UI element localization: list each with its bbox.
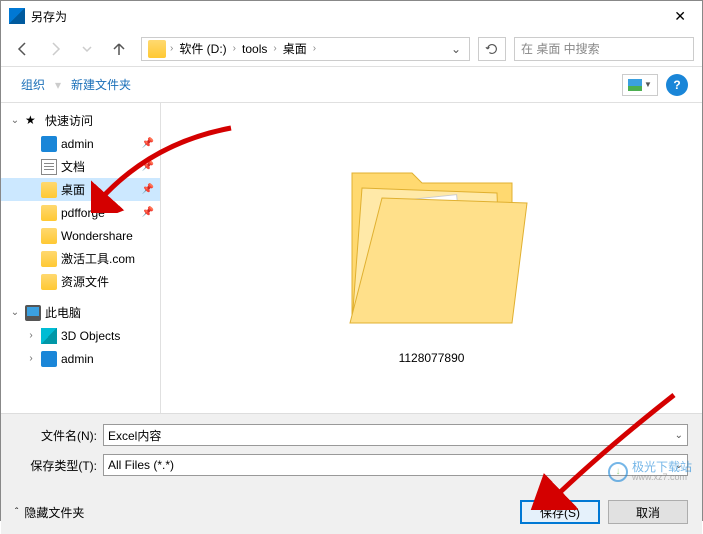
back-button[interactable] xyxy=(9,35,37,63)
tree-item-desktop[interactable]: 桌面📌 xyxy=(1,178,160,201)
filetype-select[interactable]: All Files (*.*)⌄ xyxy=(103,454,688,476)
chevron-down-icon: ▼ xyxy=(644,80,652,89)
pc-icon xyxy=(25,305,41,321)
file-list[interactable]: 1128077890 xyxy=(161,103,702,413)
pin-icon: 📌 xyxy=(142,138,154,149)
tree-item-resources[interactable]: 资源文件 xyxy=(1,270,160,293)
pin-icon: 📌 xyxy=(142,161,154,172)
chevron-down-icon[interactable]: ⌄ xyxy=(675,430,683,441)
folder-icon xyxy=(41,182,57,198)
hide-folders-toggle[interactable]: ˆ隐藏文件夹 xyxy=(15,504,84,521)
help-button[interactable]: ? xyxy=(666,74,688,96)
filetype-label: 保存类型(T): xyxy=(15,457,103,474)
tree-item-pdfforge[interactable]: pdfforge📌 xyxy=(1,201,160,224)
tree-item-wondershare[interactable]: Wondershare xyxy=(1,224,160,247)
file-item-label: 1128077890 xyxy=(399,351,465,365)
tree-item-documents[interactable]: 文档📌 xyxy=(1,155,160,178)
view-mode-button[interactable]: ▼ xyxy=(622,74,658,96)
pin-icon: 📌 xyxy=(142,184,154,195)
cube-icon xyxy=(41,328,57,344)
breadcrumb-drive[interactable]: 软件 (D:) xyxy=(173,38,232,60)
search-input[interactable]: 在 桌面 中搜索 xyxy=(514,37,694,61)
document-icon xyxy=(41,159,57,175)
star-icon: ★ xyxy=(25,113,41,129)
folder-icon xyxy=(41,205,57,221)
tree-item-admin[interactable]: admin📌 xyxy=(1,132,160,155)
tree-this-pc[interactable]: ⌄此电脑 xyxy=(1,301,160,324)
watermark: ↓ 极光下载站www.xz7.com xyxy=(608,461,692,482)
navigation-tree[interactable]: ⌄★快速访问 admin📌 文档📌 桌面📌 pdfforge📌 Wondersh… xyxy=(1,103,161,413)
tree-item-admin2[interactable]: ›admin xyxy=(1,347,160,370)
breadcrumb-p1[interactable]: tools xyxy=(236,38,273,60)
pin-icon: 📌 xyxy=(142,207,154,218)
app-icon xyxy=(9,8,25,24)
recent-dropdown[interactable] xyxy=(73,35,101,63)
filename-label: 文件名(N): xyxy=(15,427,103,444)
search-placeholder: 在 桌面 中搜索 xyxy=(521,40,600,57)
dialog-title: 另存为 xyxy=(31,8,666,25)
chevron-up-icon: ˆ xyxy=(15,507,18,518)
tree-item-activation[interactable]: 激活工具.com xyxy=(1,247,160,270)
folder-icon xyxy=(41,274,57,290)
breadcrumb[interactable]: › 软件 (D:) › tools › 桌面 › ⌄ xyxy=(141,37,470,61)
new-folder-button[interactable]: 新建文件夹 xyxy=(65,72,137,97)
chevron-right-icon[interactable]: › xyxy=(313,43,316,54)
folder-icon xyxy=(148,40,166,58)
up-button[interactable] xyxy=(105,35,133,63)
folder-icon xyxy=(41,351,57,367)
refresh-button[interactable] xyxy=(478,37,506,61)
separator: ▾ xyxy=(55,78,61,92)
watermark-logo-icon: ↓ xyxy=(608,462,628,482)
breadcrumb-dropdown-icon[interactable]: ⌄ xyxy=(445,42,467,56)
close-icon[interactable]: ✕ xyxy=(666,8,694,25)
folder-icon xyxy=(41,228,57,244)
breadcrumb-p2[interactable]: 桌面 xyxy=(277,38,313,60)
cancel-button[interactable]: 取消 xyxy=(608,500,688,524)
folder-icon xyxy=(41,136,57,152)
save-button[interactable]: 保存(S) xyxy=(520,500,600,524)
picture-icon xyxy=(628,79,642,91)
folder-thumbnail[interactable] xyxy=(332,123,532,343)
forward-button[interactable] xyxy=(41,35,69,63)
tree-quick-access[interactable]: ⌄★快速访问 xyxy=(1,109,160,132)
filename-input[interactable]: Excel内容⌄ xyxy=(103,424,688,446)
folder-icon xyxy=(41,251,57,267)
organize-menu[interactable]: 组织 xyxy=(15,72,51,97)
tree-item-3dobjects[interactable]: ›3D Objects xyxy=(1,324,160,347)
